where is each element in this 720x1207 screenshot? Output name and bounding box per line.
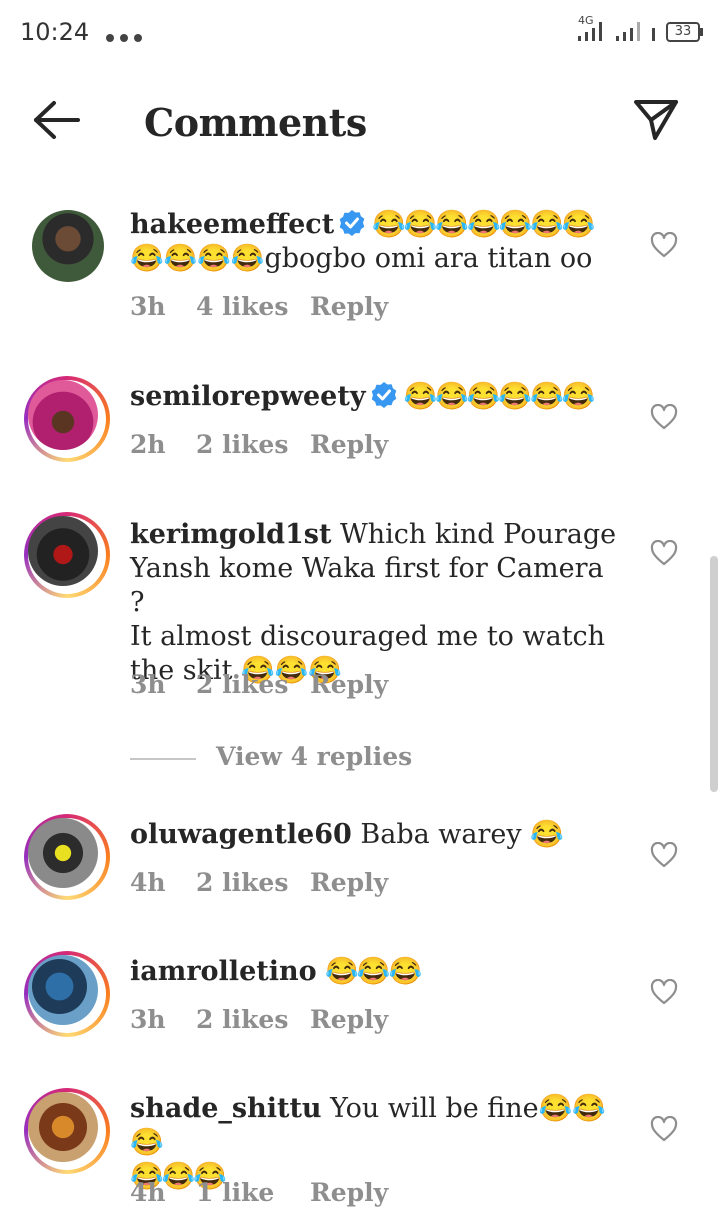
- comment-time: 4h: [130, 1178, 166, 1207]
- comment-likes[interactable]: 2 likes: [196, 430, 310, 459]
- comment-body: Baba warey 😂: [360, 819, 564, 850]
- comment-text: hakeemeffect 😂😂😂😂😂😂😂 😂😂😂😂gbogbo omi ara t…: [130, 208, 620, 276]
- comment-text: oluwagentle60 Baba warey 😂: [130, 818, 620, 852]
- comment-meta: 3h 4 likes Reply: [130, 292, 388, 321]
- comment-body: 😂😂😂😂😂😂😂: [372, 209, 595, 240]
- comment-username[interactable]: iamrolletino: [130, 956, 317, 987]
- reply-button[interactable]: Reply: [310, 1178, 388, 1207]
- signal-small-icon: [652, 28, 655, 41]
- reply-button[interactable]: Reply: [310, 1005, 388, 1034]
- avatar[interactable]: [24, 951, 110, 1037]
- reply-button[interactable]: Reply: [310, 868, 388, 897]
- comment-meta: 4h 2 likes Reply: [130, 868, 388, 897]
- comment-likes[interactable]: 2 likes: [196, 670, 310, 699]
- comment-text: iamrolletino 😂😂😂: [130, 955, 620, 989]
- heart-icon[interactable]: [650, 540, 678, 566]
- comment-likes[interactable]: 2 likes: [196, 868, 310, 897]
- signal-4g-icon: 4G: [576, 14, 606, 42]
- status-time: 10:24: [20, 18, 90, 46]
- comment-username[interactable]: oluwagentle60: [130, 819, 352, 850]
- comment-meta: 4h 1 like Reply: [130, 1178, 388, 1207]
- comment-text: kerimgold1st Which kind Pourage Yansh ko…: [130, 518, 620, 688]
- avatar[interactable]: [24, 210, 110, 296]
- avatar[interactable]: [24, 814, 110, 900]
- reply-button[interactable]: Reply: [310, 670, 388, 699]
- comment-username[interactable]: kerimgold1st: [130, 519, 331, 550]
- comment-body: 😂😂😂😂😂😂: [403, 381, 596, 412]
- heart-icon[interactable]: [650, 404, 678, 430]
- comment-likes[interactable]: 1 like: [196, 1178, 310, 1207]
- paper-plane-icon: [634, 100, 678, 140]
- comment-likes[interactable]: 4 likes: [196, 292, 310, 321]
- comment-likes[interactable]: 2 likes: [196, 1005, 310, 1034]
- comment-time: 2h: [130, 430, 166, 459]
- back-button[interactable]: [28, 98, 84, 142]
- signal-bars-icon: [616, 22, 640, 41]
- heart-icon[interactable]: [650, 232, 678, 258]
- page-title: Comments: [144, 100, 367, 145]
- arrow-left-icon: [34, 101, 80, 139]
- comment-username[interactable]: shade_shittu: [130, 1093, 322, 1124]
- comment-meta: 3h 2 likes Reply: [130, 670, 388, 699]
- comment-body: Which kind Pourage: [340, 519, 617, 550]
- notification-dots-icon: [106, 27, 148, 46]
- battery-icon: 33: [666, 22, 703, 42]
- divider: [130, 758, 196, 760]
- reply-button[interactable]: Reply: [310, 292, 388, 321]
- heart-icon[interactable]: [650, 1116, 678, 1142]
- network-type: 4G: [578, 14, 594, 27]
- comment-time: 3h: [130, 292, 166, 321]
- comment-body-line3: It almost discouraged me to watch: [130, 621, 606, 652]
- header: Comments: [0, 80, 720, 160]
- heart-icon[interactable]: [650, 979, 678, 1005]
- status-bar: 10:24 4G 33: [0, 0, 720, 64]
- comment-time: 3h: [130, 670, 166, 699]
- view-replies[interactable]: View 4 replies: [130, 742, 430, 776]
- comment-time: 4h: [130, 868, 166, 897]
- comment-username[interactable]: hakeemeffect: [130, 209, 334, 240]
- comment-body: 😂😂😂: [325, 956, 422, 987]
- comment-body-line2: Yansh kome Waka first for Camera ?: [130, 553, 604, 618]
- view-replies-label[interactable]: View 4 replies: [216, 742, 412, 771]
- scrollbar[interactable]: [710, 556, 718, 792]
- heart-icon[interactable]: [650, 842, 678, 868]
- avatar[interactable]: [24, 1088, 110, 1174]
- verified-badge-icon: [371, 382, 396, 408]
- comment-username[interactable]: semilorepweety: [130, 381, 366, 412]
- comment-text: semilorepweety 😂😂😂😂😂😂: [130, 380, 620, 414]
- comment-meta: 2h 2 likes Reply: [130, 430, 388, 459]
- comment-time: 3h: [130, 1005, 166, 1034]
- status-indicators: 4G 33: [576, 14, 703, 42]
- reply-button[interactable]: Reply: [310, 430, 388, 459]
- avatar[interactable]: [24, 376, 110, 462]
- comment-body-line2: 😂😂😂😂gbogbo omi ara titan oo: [130, 243, 593, 274]
- comment-meta: 3h 2 likes Reply: [130, 1005, 388, 1034]
- share-button[interactable]: [630, 96, 682, 146]
- avatar[interactable]: [24, 512, 110, 598]
- verified-badge-icon: [339, 210, 365, 236]
